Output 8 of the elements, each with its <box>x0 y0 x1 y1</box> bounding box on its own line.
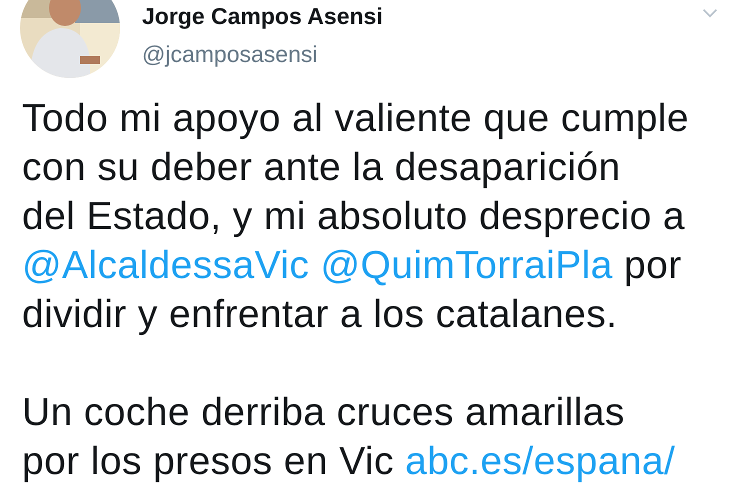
chevron-down-icon[interactable] <box>702 8 718 18</box>
author-name[interactable]: Jorge Campos Asensi <box>142 2 383 30</box>
tweet-text: Un coche derriba cruces amarillas por los presos en Vic abc.es/espana/ <box>22 390 676 485</box>
mention-link[interactable]: @QuimTorraiPla <box>320 244 613 287</box>
url-link[interactable]: abc.es/espana/ <box>405 440 676 483</box>
tweet-text: Todo mi apoyo al valiente que cumple con su deber ante la desaparición del Estado, y mi absoluto desprecio a @AlcaldessaVic @QuimTorraiPla por dividir y enfrentar a los catalanes. <box>22 96 690 338</box>
mention-link[interactable]: @AlcaldessaVic <box>22 244 310 287</box>
author-handle[interactable]: @jcamposasensi <box>142 40 383 68</box>
